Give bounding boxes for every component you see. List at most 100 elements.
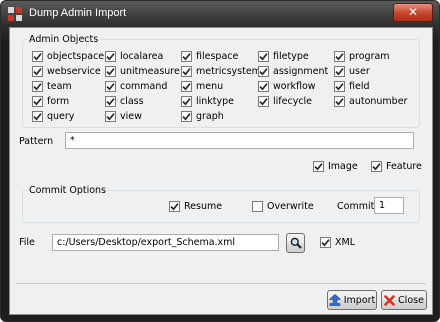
- admin-object-label: user: [349, 66, 370, 77]
- checkmark-icon: [182, 68, 191, 76]
- checkmark-icon: [170, 203, 179, 211]
- admin-object-label: metricsystem: [196, 66, 261, 77]
- admin-object-checkbox-box[interactable]: [105, 111, 116, 122]
- admin-object-checkbox-box[interactable]: [258, 66, 269, 77]
- checkmark-icon: [182, 53, 191, 61]
- title-bar[interactable]: Dump Admin Import ✕: [1, 1, 439, 27]
- admin-object-label: localarea: [120, 51, 164, 62]
- admin-object-checkbox-box[interactable]: [32, 51, 43, 62]
- admin-object-checkbox-box[interactable]: [258, 96, 269, 107]
- admin-object-checkbox-box[interactable]: [181, 111, 192, 122]
- admin-object-checkbox-box[interactable]: [105, 81, 116, 92]
- admin-object-checkbox[interactable]: workflow: [258, 81, 316, 92]
- import-button[interactable]: Import: [327, 290, 377, 310]
- admin-object-checkbox-box[interactable]: [181, 96, 192, 107]
- admin-object-checkbox[interactable]: team: [32, 81, 72, 92]
- admin-object-checkbox[interactable]: assignment: [258, 66, 328, 77]
- admin-object-label: menu: [196, 81, 224, 92]
- image-checkbox-box[interactable]: [313, 161, 324, 172]
- admin-object-checkbox-box[interactable]: [334, 96, 345, 107]
- commit-options-legend: Commit Options: [29, 185, 106, 196]
- admin-object-checkbox[interactable]: graph: [181, 111, 224, 122]
- checkmark-icon: [33, 83, 42, 91]
- checkmark-icon: [372, 163, 381, 171]
- admin-object-checkbox-box[interactable]: [105, 66, 116, 77]
- admin-object-checkbox[interactable]: field: [334, 81, 370, 92]
- admin-object-checkbox-box[interactable]: [181, 51, 192, 62]
- window-title: Dump Admin Import: [29, 7, 127, 19]
- checkmark-icon: [182, 98, 191, 106]
- admin-object-checkbox[interactable]: filetype: [258, 51, 309, 62]
- commit-input[interactable]: 1: [374, 197, 404, 214]
- admin-object-checkbox-box[interactable]: [334, 81, 345, 92]
- file-path-input[interactable]: c:/Users/Desktop/export_Schema.xml: [52, 234, 279, 251]
- search-icon: [290, 237, 302, 249]
- admin-object-label: linktype: [196, 96, 235, 107]
- admin-object-checkbox[interactable]: filespace: [181, 51, 238, 62]
- admin-object-checkbox[interactable]: query: [32, 111, 74, 122]
- admin-object-checkbox-box[interactable]: [32, 81, 43, 92]
- admin-object-checkbox-box[interactable]: [334, 66, 345, 77]
- resume-checkbox-box[interactable]: [169, 201, 180, 212]
- window-close-icon[interactable]: ✕: [393, 3, 433, 22]
- admin-object-label: view: [120, 111, 142, 122]
- image-checkbox-label: Image: [328, 161, 358, 172]
- admin-object-label: query: [47, 111, 75, 122]
- close-icon: [384, 294, 395, 306]
- admin-object-checkbox[interactable]: command: [105, 81, 167, 92]
- admin-object-checkbox-box[interactable]: [258, 81, 269, 92]
- admin-object-label: unitmeasure: [120, 66, 180, 77]
- admin-object-checkbox[interactable]: linktype: [181, 96, 234, 107]
- admin-object-checkbox-box[interactable]: [105, 51, 116, 62]
- admin-object-checkbox[interactable]: autonumber: [334, 96, 407, 107]
- admin-object-checkbox[interactable]: view: [105, 111, 142, 122]
- close-button[interactable]: Close: [381, 290, 427, 310]
- admin-object-checkbox-box[interactable]: [334, 51, 345, 62]
- admin-object-checkbox[interactable]: form: [32, 96, 69, 107]
- admin-object-checkbox[interactable]: metricsystem: [181, 66, 261, 77]
- checkmark-icon: [321, 239, 330, 247]
- image-checkbox[interactable]: Image: [313, 161, 358, 172]
- xml-checkbox-box[interactable]: [320, 237, 331, 248]
- feature-checkbox[interactable]: Feature: [371, 161, 422, 172]
- admin-object-label: class: [120, 96, 144, 107]
- checkmark-icon: [314, 163, 323, 171]
- admin-object-checkbox[interactable]: lifecycle: [258, 96, 312, 107]
- admin-object-label: objectspace: [47, 51, 105, 62]
- admin-object-checkbox[interactable]: unitmeasure: [105, 66, 180, 77]
- admin-object-label: form: [47, 96, 70, 107]
- resume-checkbox[interactable]: Resume: [169, 201, 222, 212]
- admin-object-checkbox-box[interactable]: [32, 66, 43, 77]
- admin-object-label: command: [120, 81, 168, 92]
- dialog-body: Admin Objects objectspace localarea filesp…: [9, 27, 433, 315]
- footer-separator: [16, 283, 426, 284]
- overwrite-checkbox-label: Overwrite: [267, 201, 314, 212]
- admin-object-checkbox-box[interactable]: [181, 81, 192, 92]
- checkmark-icon: [335, 83, 344, 91]
- pattern-input[interactable]: *: [65, 132, 414, 149]
- admin-object-checkbox[interactable]: objectspace: [32, 51, 104, 62]
- checkmark-icon: [259, 98, 268, 106]
- admin-object-checkbox-box[interactable]: [258, 51, 269, 62]
- admin-object-label: webservice: [47, 66, 101, 77]
- admin-object-checkbox[interactable]: localarea: [105, 51, 163, 62]
- overwrite-checkbox[interactable]: Overwrite: [252, 201, 314, 212]
- admin-object-checkbox[interactable]: user: [334, 66, 370, 77]
- xml-checkbox[interactable]: XML: [320, 237, 355, 248]
- admin-object-checkbox-box[interactable]: [32, 96, 43, 107]
- admin-object-checkbox[interactable]: webservice: [32, 66, 101, 77]
- checkmark-icon: [182, 113, 191, 121]
- browse-button[interactable]: [286, 233, 305, 253]
- admin-object-checkbox[interactable]: menu: [181, 81, 223, 92]
- overwrite-checkbox-box[interactable]: [252, 201, 263, 212]
- admin-object-checkbox[interactable]: program: [334, 51, 390, 62]
- admin-object-checkbox-box[interactable]: [32, 111, 43, 122]
- admin-object-checkbox[interactable]: class: [105, 96, 144, 107]
- admin-object-checkbox-box[interactable]: [105, 96, 116, 107]
- checkmark-icon: [33, 113, 42, 121]
- admin-object-label: field: [349, 81, 370, 92]
- admin-object-checkbox-box[interactable]: [181, 66, 192, 77]
- checkmark-icon: [106, 98, 115, 106]
- feature-checkbox-box[interactable]: [371, 161, 382, 172]
- resume-checkbox-label: Resume: [184, 201, 223, 212]
